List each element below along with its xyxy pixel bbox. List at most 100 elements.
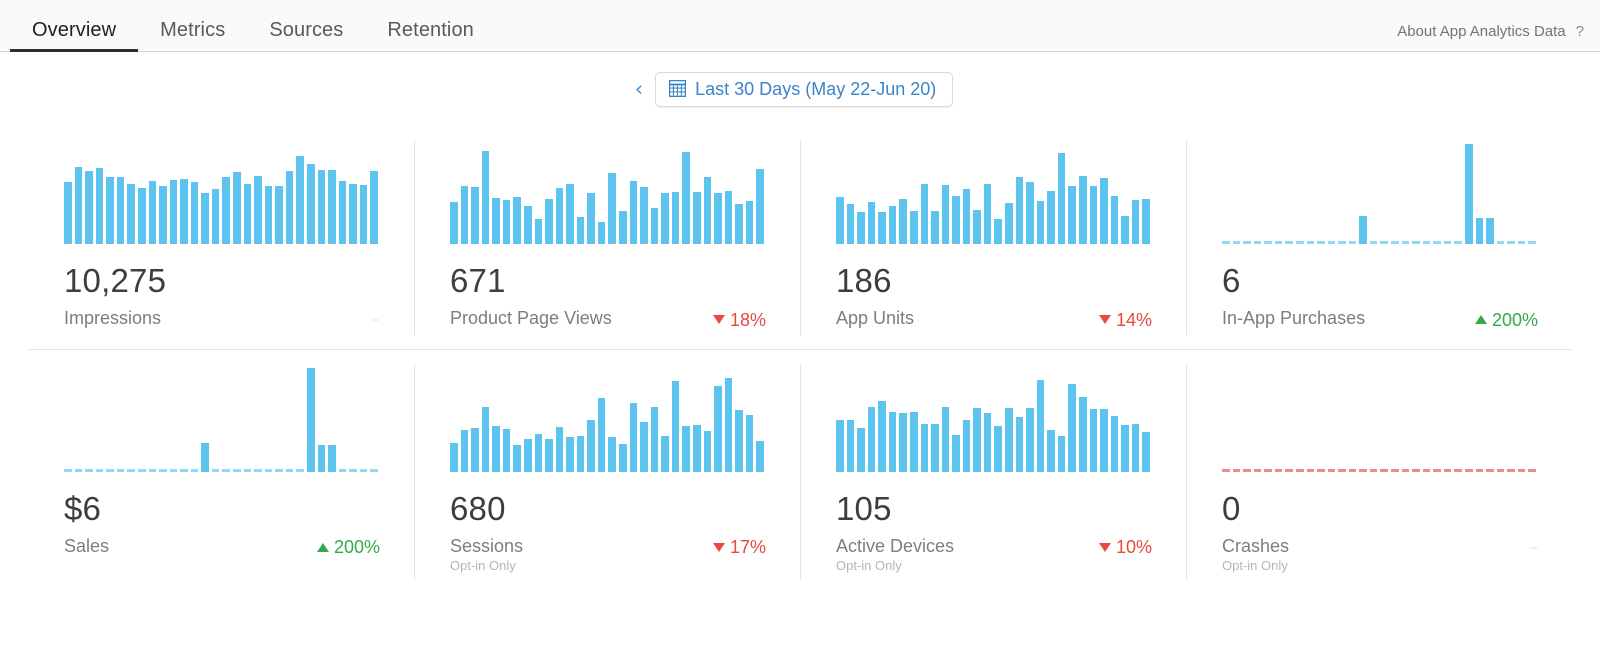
sparkline-bar — [629, 181, 638, 244]
sparkline-bar — [619, 211, 627, 244]
metric-label-wrap: In-App Purchases — [1222, 308, 1365, 329]
sparkline-bar — [1464, 468, 1473, 472]
date-range-bar: ‹ Last 30 Days (May 22-Jun 20) — [0, 52, 1600, 126]
sparkline-bar — [1274, 241, 1283, 244]
about-app-analytics-data-link[interactable]: About App Analytics Data — [1397, 23, 1565, 40]
sparkline-bar — [920, 423, 929, 472]
sparkline-bar — [745, 414, 754, 472]
sparkline-bar — [1131, 200, 1140, 244]
sparkline-bar — [867, 202, 876, 244]
sparkline-bar — [264, 468, 273, 472]
sparkline-bar — [481, 407, 490, 472]
tab-sources[interactable]: Sources — [247, 20, 365, 51]
sparkline-bar — [962, 419, 971, 472]
sparkline-bar — [95, 168, 104, 244]
tab-metrics[interactable]: Metrics — [138, 20, 247, 51]
metric-value: 105 — [836, 489, 892, 527]
tab-overview[interactable]: Overview — [10, 19, 139, 52]
metric-delta-text: 200% — [1491, 309, 1538, 330]
sparkline-bar — [1005, 203, 1013, 244]
tab-retention[interactable]: Retention — [365, 20, 496, 51]
metric-card-app-units[interactable]: 186 App Units 14% — [800, 126, 1186, 349]
sparkline-bar — [1317, 468, 1325, 472]
sparkline-bar — [1401, 241, 1410, 244]
sparkline-active-devices — [836, 368, 1160, 472]
metric-label-wrap: Product Page Views — [450, 308, 612, 329]
sparkline-bar — [1131, 423, 1140, 472]
sparkline-bar — [941, 185, 950, 244]
metric-card-active-devices[interactable]: 105 Active Devices Opt-in Only 10% — [800, 350, 1186, 594]
sparkline-bar — [724, 378, 733, 472]
metric-card-sessions[interactable]: 680 Sessions Opt-in Only 17% — [414, 350, 800, 594]
sparkline-bar — [1285, 468, 1293, 472]
sparkline-bar — [619, 443, 627, 472]
sparkline-bar — [587, 193, 595, 244]
sparkline-bar — [1015, 177, 1024, 244]
sparkline-bar — [349, 184, 357, 244]
sparkline-sales — [64, 367, 388, 472]
tab-metrics-label: Metrics — [160, 19, 226, 41]
sparkline-bar — [555, 188, 564, 244]
sparkline-bar — [1327, 468, 1336, 472]
sparkline-bar — [920, 184, 929, 244]
metric-card-impressions[interactable]: 10,275 Impressions – — [28, 126, 414, 349]
sparkline-bar — [1100, 409, 1108, 472]
sparkline-bar — [159, 468, 167, 472]
sparkline-bar — [1433, 241, 1441, 244]
metrics-grid: 10,275 Impressions – 671 Product Page Vi… — [0, 126, 1600, 594]
triangle-down-icon — [1098, 315, 1111, 324]
sparkline-bar — [1412, 468, 1420, 472]
sparkline-bar — [296, 156, 304, 244]
sparkline-bar — [1443, 468, 1452, 472]
metric-delta: 200% — [1474, 309, 1538, 330]
metric-card-sales[interactable]: $6 Sales 200% — [28, 350, 414, 594]
sparkline-bar — [233, 468, 241, 472]
sparkline-bar — [1110, 415, 1119, 472]
sparkline-bar — [714, 193, 722, 244]
metric-value: $6 — [64, 489, 102, 527]
sparkline-bar — [148, 181, 157, 244]
metric-card-in-app-purchases[interactable]: 6 In-App Purchases 200% — [1186, 126, 1572, 349]
date-range-picker[interactable]: Last 30 Days (May 22-Jun 20) — [655, 71, 954, 107]
sparkline-bar — [1264, 468, 1272, 472]
sparkline-bar — [724, 191, 733, 244]
date-range-label: Last 30 Days (May 22-Jun 20) — [695, 78, 937, 99]
sparkline-bar — [671, 192, 680, 244]
sparkline-bar — [587, 419, 595, 472]
sparkline-bar — [460, 186, 469, 244]
metric-delta: 17% — [712, 538, 766, 556]
sparkline-bar — [169, 180, 178, 244]
sparkline-bar — [523, 206, 532, 244]
metric-footer: Active Devices Opt-in Only 10% — [836, 536, 1160, 574]
metric-label: In-App Purchases — [1222, 308, 1366, 328]
sparkline-bar — [1264, 241, 1272, 244]
sparkline-bar — [1422, 241, 1431, 244]
sparkline-bar — [888, 206, 897, 244]
calendar-grid-icon — [669, 80, 687, 97]
sparkline-bar — [703, 431, 712, 472]
metric-delta-text: 14% — [1115, 309, 1152, 330]
metric-card-product-page-views[interactable]: 671 Product Page Views 18% — [414, 126, 800, 349]
metric-card-crashes[interactable]: 0 Crashes Opt-in Only – — [1186, 350, 1572, 594]
sparkline-bar — [1285, 241, 1293, 244]
sparkline-bar — [513, 197, 521, 244]
sparkline-bar — [1496, 241, 1505, 244]
tab-overview-label: Overview — [32, 19, 117, 41]
question-mark-icon[interactable]: ? — [1576, 24, 1584, 39]
sparkline-bar — [931, 423, 939, 472]
sparkline-bar — [1253, 468, 1262, 472]
sparkline-bar — [159, 186, 167, 244]
previous-period-chevron-icon[interactable]: ‹ — [631, 78, 647, 100]
sparkline-bar — [756, 169, 764, 244]
sparkline-product-page-views — [450, 144, 774, 244]
sparkline-bar — [1507, 468, 1515, 472]
sparkline-bar — [243, 468, 252, 472]
sparkline-bar — [106, 177, 114, 244]
metric-delta: 200% — [316, 538, 380, 556]
sparkline-bar — [888, 412, 897, 472]
sparkline-bar — [661, 193, 669, 244]
metric-value: 671 — [450, 262, 506, 299]
sparkline-bar — [1222, 468, 1230, 472]
sparkline-bar — [513, 444, 521, 472]
sparkline-bar — [471, 187, 479, 244]
